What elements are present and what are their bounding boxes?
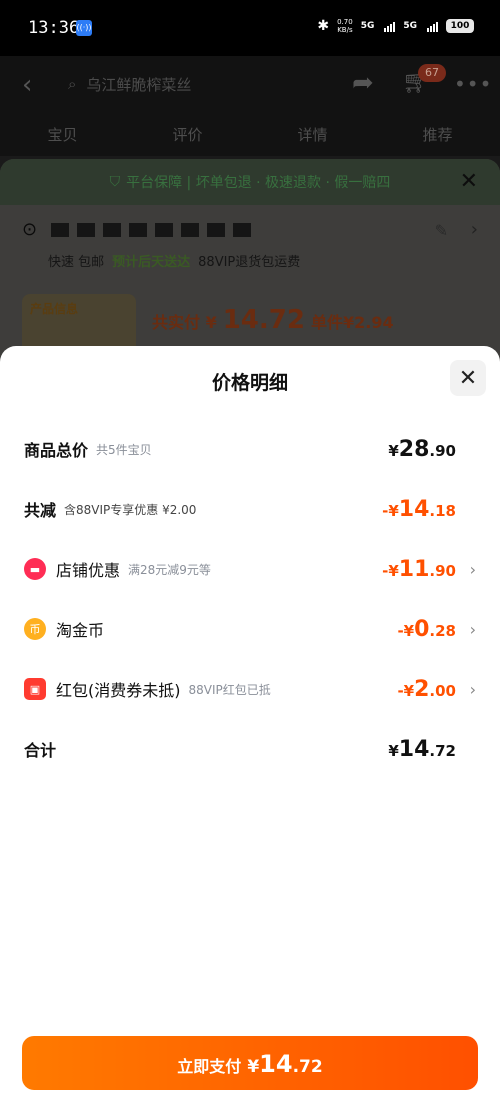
cart-badge: 67 (418, 64, 446, 82)
close-icon[interactable]: ✕ (460, 169, 478, 194)
status-bar: 13:36 ((·)) ✱ 0.70 KB/s 5G 5G 100 (0, 0, 500, 56)
signal-icon (427, 20, 438, 32)
row-label: 合计 (24, 741, 57, 760)
price-row-discount-total: 共减 含88VIP专享优惠 ¥2.00 -¥ 14 .18 (24, 494, 476, 524)
tab-details[interactable]: 详情 (263, 124, 363, 145)
row-sub: 满28元减9元等 (128, 562, 211, 577)
row-label: 店铺优惠 (56, 561, 121, 580)
tab-reviews[interactable]: 评价 (138, 124, 238, 145)
price-row-total: 商品总价 共5件宝贝 ¥ 28 .90 (24, 434, 476, 464)
guarantee-banner: ⛉ 平台保障 | 坏单包退 · 极速退款 · 假一赔四 (0, 159, 500, 205)
status-icons: ✱ 0.70 KB/s 5G 5G 100 (317, 18, 474, 34)
pay-now-button[interactable]: 立即支付 ¥ 14 .72 (22, 1036, 478, 1090)
sim1-label: 5G (360, 21, 375, 31)
price-detail-sheet: 价格明细 ✕ 商品总价 共5件宝贝 ¥ 28 .90 共减 含88VIP专享优惠… (0, 346, 500, 1111)
chevron-right-icon: › (469, 559, 476, 579)
close-button[interactable]: ✕ (450, 360, 486, 396)
price-row-red-packet[interactable]: ▣ 红包(消费券未抵) 88VIP红包已抵 -¥ 2 .00 › (24, 674, 476, 704)
gold-coin-icon: 币 (24, 618, 46, 640)
back-icon[interactable]: ‹ (22, 70, 32, 100)
row-sub: 共5件宝贝 (96, 442, 152, 457)
red-packet-icon: ▣ (24, 678, 46, 700)
nfc-icon: ((·)) (76, 20, 92, 36)
address-redacted (51, 222, 252, 237)
shop-coupon-icon: ▬ (24, 558, 46, 580)
row-value: -¥ 14 .18 (382, 496, 456, 522)
location-icon: ⊙ (22, 219, 38, 240)
product-tag: 产品信息 (30, 302, 79, 316)
tab-recommend[interactable]: 推荐 (388, 124, 488, 145)
row-sub: 含88VIP专享优惠 ¥2.00 (64, 502, 197, 517)
row-label: 商品总价 (24, 441, 89, 460)
bluetooth-icon: ✱ (317, 18, 330, 34)
search-text: 乌江鲜脆榨菜丝 (86, 75, 192, 94)
row-value: ¥ 28 .90 (388, 436, 456, 462)
price-row-sum: 合计 ¥ 14 .72 (24, 734, 476, 764)
chevron-right-icon: › (469, 679, 476, 699)
row-value: -¥ 0 .28 (397, 616, 456, 642)
pay-label: 立即支付 (177, 1057, 242, 1076)
shield-icon: ⛉ (109, 174, 121, 190)
status-time: 13:36 (28, 18, 80, 38)
edit-icon[interactable]: ✎ (435, 221, 448, 240)
search-bar[interactable]: ⌕ 乌江鲜脆榨菜丝 (68, 68, 338, 100)
close-icon: ✕ (458, 365, 478, 391)
price-row-gold-coin[interactable]: 币 淘金币 -¥ 0 .28 › (24, 614, 476, 644)
network-speed: 0.70 KB/s (337, 18, 353, 34)
row-label: 淘金币 (56, 621, 105, 640)
delivery-info: 快速 包邮 预计后天送达 88VIP退货包运费 (48, 255, 301, 270)
product-tabs: 宝贝 评价 详情 推荐 (0, 124, 500, 145)
tab-item[interactable]: 宝贝 (13, 124, 113, 145)
row-value: -¥ 2 .00 (397, 676, 456, 702)
signal-icon (384, 20, 396, 32)
share-icon[interactable]: ➦ (352, 68, 374, 98)
more-icon[interactable]: ••• (454, 72, 492, 96)
chevron-right-icon: › (470, 219, 478, 240)
row-value: ¥ 14 .72 (388, 736, 456, 762)
guarantee-text: 平台保障 | 坏单包退 · 极速退款 · 假一赔四 (126, 175, 391, 191)
sim2-label: 5G (403, 21, 417, 31)
row-label: 红包(消费券未抵) (56, 681, 181, 700)
search-icon: ⌕ (68, 75, 77, 93)
price-row-shop-discount[interactable]: ▬ 店铺优惠 满28元减9元等 -¥ 11 .90 › (24, 554, 476, 584)
sheet-title: 价格明细 (211, 372, 288, 394)
total-price: 共实付 ¥ 14.72 单件¥2.94 (152, 305, 394, 335)
battery-icon: 100 (446, 19, 474, 33)
row-label: 共减 (24, 501, 57, 520)
row-value: -¥ 11 .90 (382, 556, 456, 582)
row-sub: 88VIP红包已抵 (188, 682, 271, 697)
chevron-right-icon: › (469, 619, 476, 639)
product-header: ‹ ⌕ 乌江鲜脆榨菜丝 ➦ 🛒︎ 67 ••• 宝贝 评价 详情 推荐 (0, 56, 500, 156)
address-row[interactable]: ⊙ (22, 219, 252, 240)
